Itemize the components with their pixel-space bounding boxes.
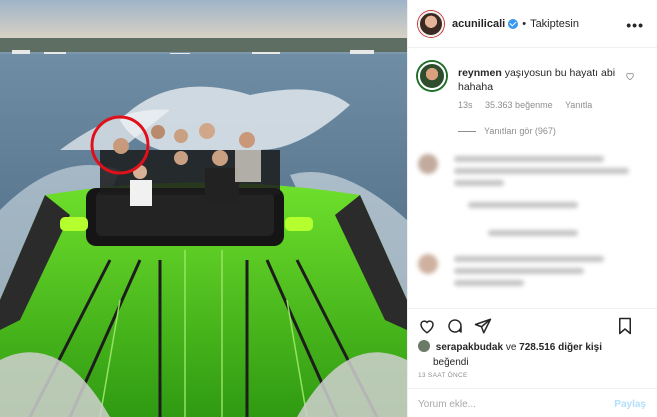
likes-suffix: beğendi (433, 357, 469, 368)
reply-button[interactable]: Yanıtla (565, 100, 592, 110)
view-replies-label[interactable]: Yanıtları gör (967) (484, 126, 556, 136)
comment-likes[interactable]: 35.363 beğenme (485, 100, 553, 110)
blurred-comment-1 (418, 150, 648, 220)
likes-summary: serapakbudak ve 728.516 diğer kişi beğen… (418, 340, 648, 370)
action-bar (408, 308, 657, 338)
comment-input[interactable]: Yorum ekle... (418, 399, 476, 410)
post-header: acunilicali • Takiptesin ••• (408, 0, 657, 48)
heart-icon[interactable] (418, 317, 436, 335)
blurred-comment-2 (418, 226, 648, 246)
liker-username[interactable]: serapakbudak (436, 342, 503, 353)
likes-count[interactable]: 728.516 diğer kişi (519, 342, 602, 353)
replies-line (458, 130, 476, 132)
post-timestamp[interactable]: 13 SAAT ÖNCE (418, 372, 468, 379)
comment-icon[interactable] (446, 317, 464, 335)
view-replies[interactable]: Yanıtları gör (967) (458, 126, 556, 136)
post-sidebar: acunilicali • Takiptesin ••• reynmen yaş… (407, 0, 657, 417)
post-comment-button[interactable]: Paylaş (614, 399, 646, 410)
comment-like-heart-icon[interactable] (625, 71, 635, 81)
commenter-avatar[interactable] (418, 62, 446, 90)
comment-body: reynmen yaşıyosun bu hayatı abi hahaha (458, 66, 628, 94)
follow-status[interactable]: Takiptesin (530, 18, 579, 30)
comment-meta: 13s 35.363 beğenme Yanıtla (458, 100, 602, 110)
liker-avatar[interactable] (418, 340, 430, 352)
likes-connector: ve (505, 342, 517, 353)
boat-photo-illustration (0, 0, 407, 417)
more-options-icon[interactable]: ••• (626, 17, 644, 33)
author-username[interactable]: acunilicali (452, 18, 505, 30)
share-icon[interactable] (474, 317, 492, 335)
post-photo[interactable] (0, 0, 407, 417)
author-avatar[interactable] (418, 10, 444, 37)
blurred-comment-3 (418, 252, 648, 292)
bookmark-icon[interactable] (616, 317, 634, 335)
verified-icon (508, 18, 519, 29)
header-separator: • (522, 17, 527, 30)
add-comment-bar: Yorum ekle... Paylaş (408, 388, 657, 417)
comment-time: 13s (458, 100, 473, 110)
commenter-username[interactable]: reynmen (458, 67, 502, 79)
